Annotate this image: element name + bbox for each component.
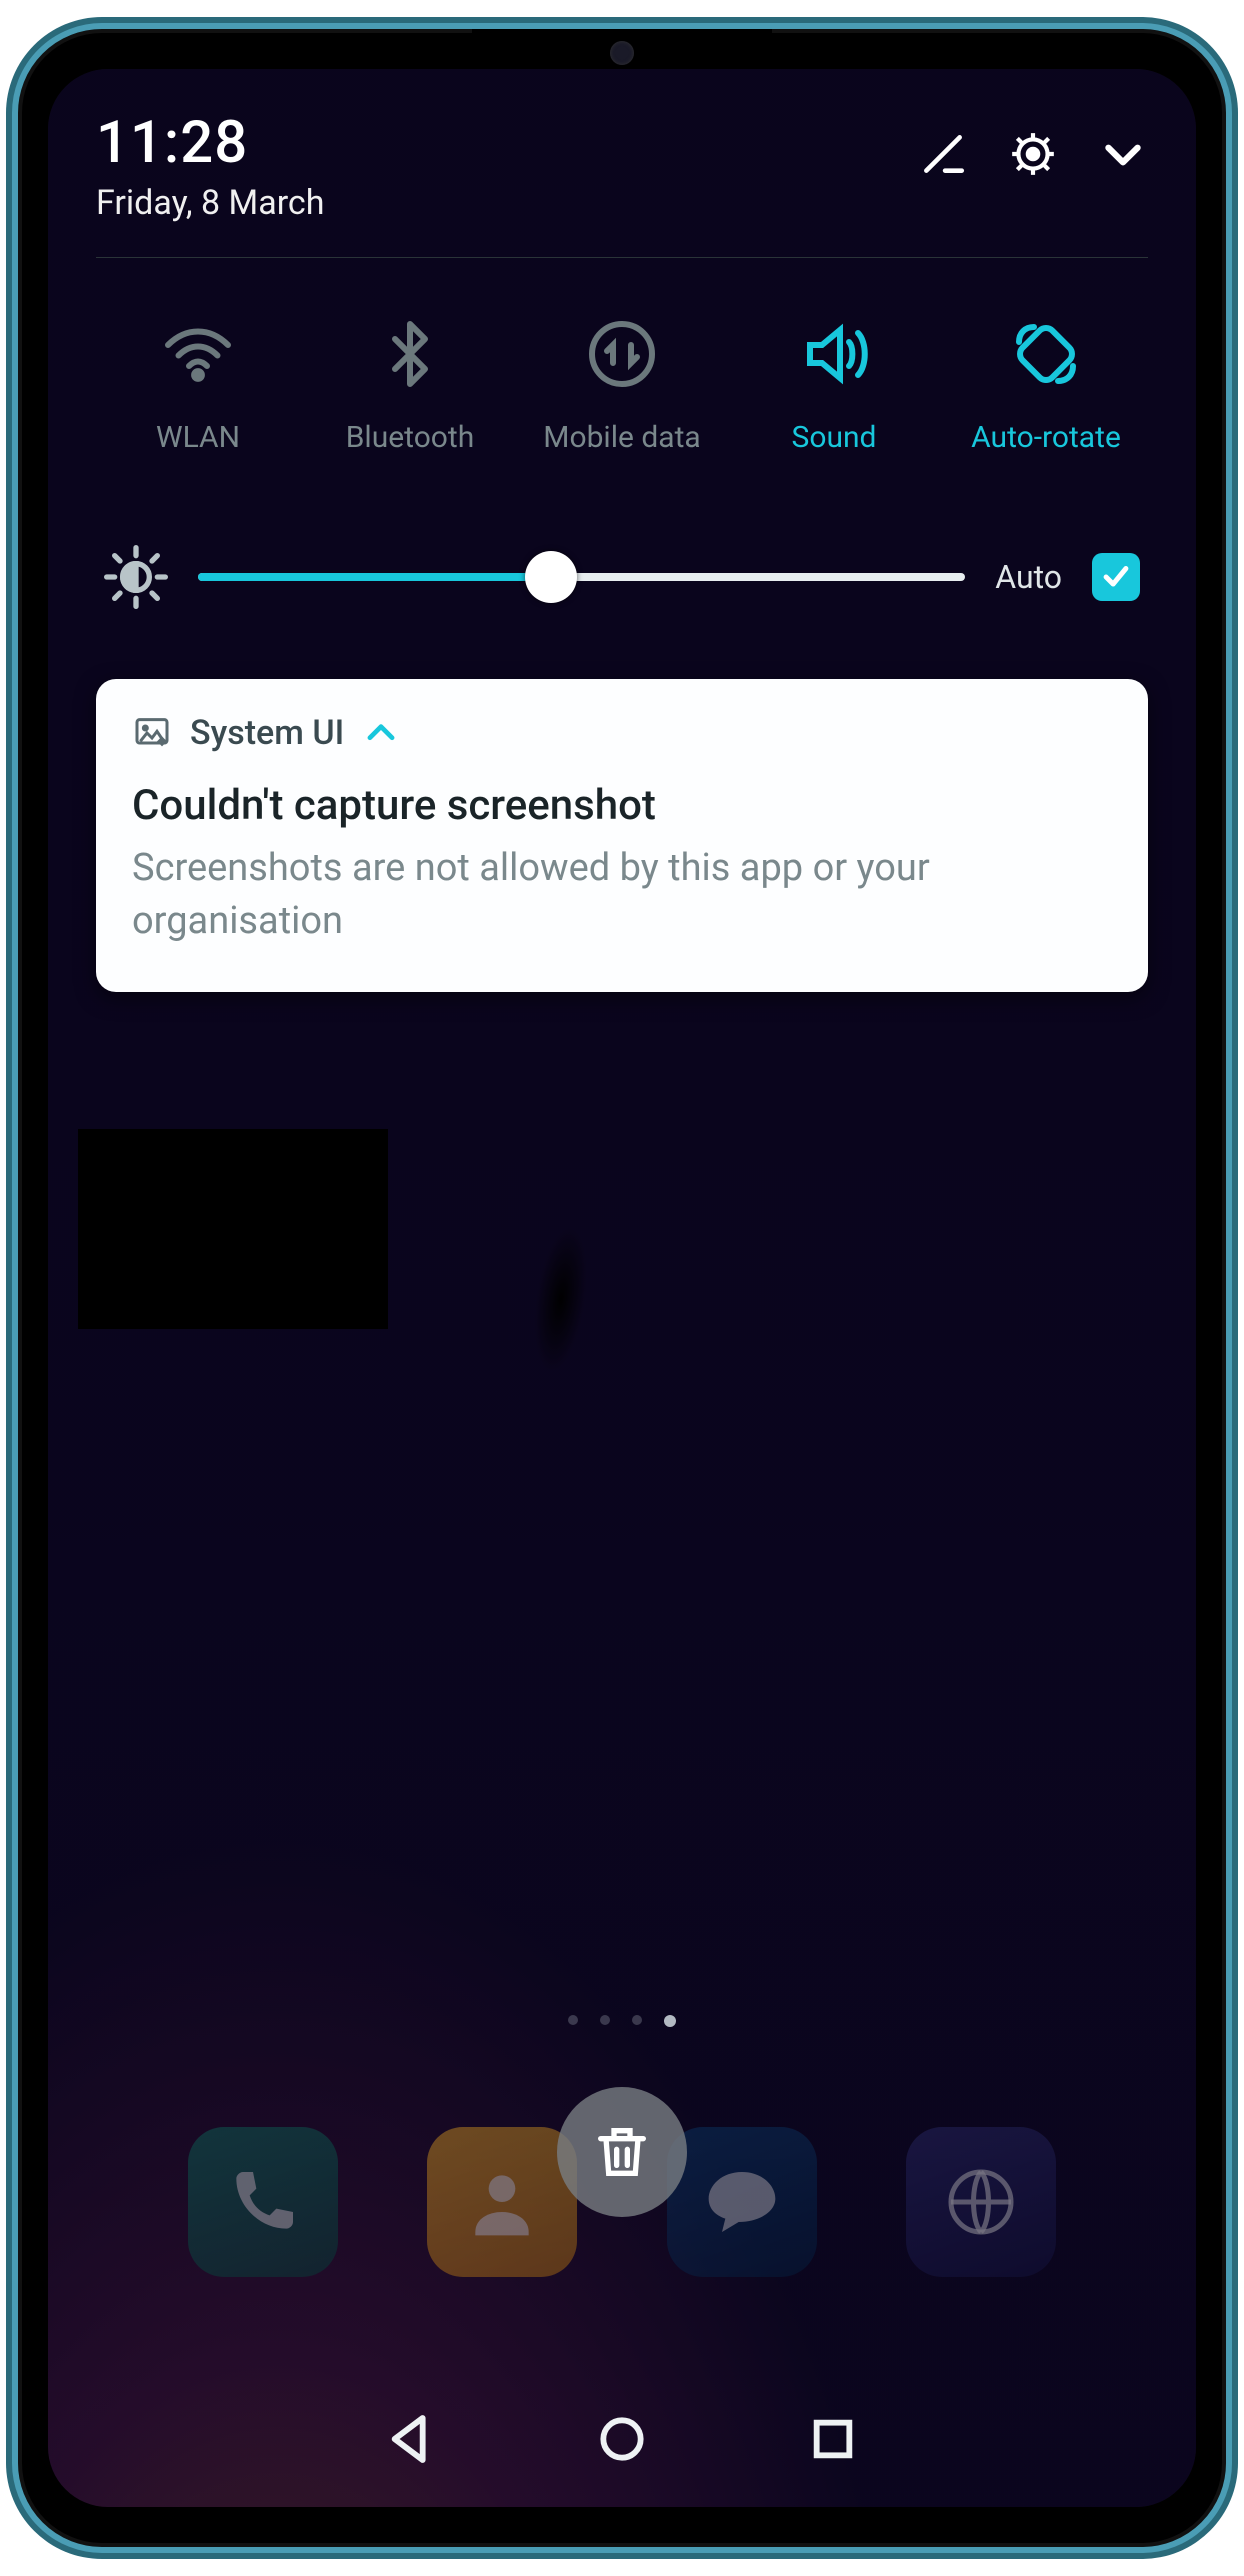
brightness-icon [104, 545, 168, 609]
mobile-data-icon [586, 318, 658, 390]
nav-home-icon[interactable] [594, 2411, 650, 2467]
slider-thumb[interactable] [525, 551, 577, 603]
chevron-down-icon[interactable] [1098, 129, 1148, 179]
notification-app-name: System UI [190, 713, 344, 753]
page-dot [600, 2015, 610, 2025]
qs-label: Auto-rotate [971, 420, 1121, 455]
notification-header: System UI [132, 713, 1112, 753]
clear-all-button[interactable] [557, 2087, 687, 2217]
settings-icon[interactable] [1008, 129, 1058, 179]
screen: 11:28 Friday, 8 March [48, 69, 1196, 2507]
qs-wlan[interactable]: WLAN [108, 318, 288, 455]
notification-title: Couldn't capture screenshot [132, 781, 1112, 830]
wifi-icon [162, 318, 234, 390]
qs-bluetooth[interactable]: Bluetooth [320, 318, 500, 455]
app-phone[interactable] [188, 2127, 338, 2277]
bluetooth-icon [374, 318, 446, 390]
shade-header: 11:28 Friday, 8 March [96, 109, 1148, 223]
nav-recents-icon[interactable] [805, 2411, 861, 2467]
phone-frame: 11:28 Friday, 8 March [0, 0, 1244, 2576]
header-divider [96, 257, 1148, 258]
app-contacts[interactable] [427, 2127, 577, 2277]
quick-settings-row: WLAN Bluetooth [96, 318, 1148, 455]
app-messages[interactable] [667, 2127, 817, 2277]
page-indicator [568, 2015, 676, 2027]
notification-body: Screenshots are not allowed by this app … [132, 842, 1112, 948]
edit-icon[interactable] [918, 129, 968, 179]
brightness-slider[interactable] [198, 553, 965, 601]
system-ui-icon [132, 713, 172, 753]
brightness-row: Auto [96, 545, 1148, 609]
auto-brightness-checkbox[interactable] [1092, 553, 1140, 601]
system-nav-bar [48, 2411, 1196, 2467]
qs-mobile-data[interactable]: Mobile data [532, 318, 712, 455]
page-dot-active [664, 2015, 676, 2027]
app-browser[interactable] [906, 2127, 1056, 2277]
qs-sound[interactable]: Sound [744, 318, 924, 455]
auto-rotate-icon [1010, 318, 1082, 390]
qs-auto-rotate[interactable]: Auto-rotate [956, 318, 1136, 455]
chevron-up-icon[interactable] [362, 714, 400, 752]
qs-label: Mobile data [543, 420, 700, 455]
qs-label: Sound [792, 420, 877, 455]
time-block: 11:28 Friday, 8 March [96, 109, 324, 223]
header-actions [918, 129, 1148, 179]
slider-fill [198, 573, 551, 581]
redaction-patch [78, 1129, 388, 1329]
front-camera [610, 41, 634, 65]
qs-label: WLAN [156, 420, 240, 455]
clock-time: 11:28 [96, 109, 324, 177]
notification-shade: 11:28 Friday, 8 March [48, 69, 1196, 992]
clock-date: Friday, 8 March [96, 183, 324, 223]
notification-card[interactable]: System UI Couldn't capture screenshot Sc… [96, 679, 1148, 992]
sound-icon [798, 318, 870, 390]
nav-back-icon[interactable] [383, 2411, 439, 2467]
page-dot [568, 2015, 578, 2025]
phone-body: 11:28 Friday, 8 March [12, 23, 1232, 2553]
auto-brightness-label: Auto [995, 558, 1062, 596]
qs-label: Bluetooth [346, 420, 475, 455]
page-dot [632, 2015, 642, 2025]
